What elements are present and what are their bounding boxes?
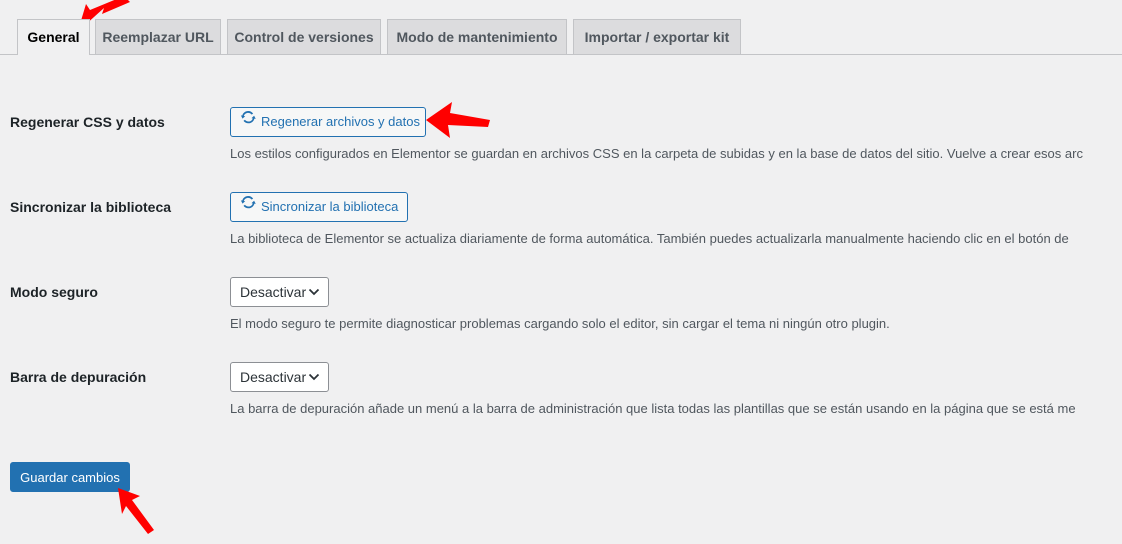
annotation-arrow-icon	[426, 102, 490, 138]
safe-mode-label: Modo seguro	[10, 284, 98, 300]
tabs-divider	[0, 54, 1122, 55]
tab-importar-exportar-kit[interactable]: Importar / exportar kit	[573, 19, 741, 54]
regenerate-files-label: Regenerar archivos y datos	[261, 114, 420, 129]
chevron-down-icon	[308, 288, 320, 296]
settings-tabs: General Reemplazar URL Control de versio…	[0, 0, 1122, 55]
annotation-arrow-icon	[118, 488, 154, 534]
refresh-icon	[239, 108, 257, 136]
tab-control-de-versiones[interactable]: Control de versiones	[227, 19, 381, 54]
debug-bar-label: Barra de depuración	[10, 369, 147, 385]
sync-library-button-label: Sincronizar la biblioteca	[261, 199, 399, 214]
safe-mode-value: Desactivar	[240, 284, 307, 300]
chevron-down-icon	[308, 373, 320, 381]
regenerate-files-button[interactable]: Regenerar archivos y datos	[230, 107, 426, 137]
safe-mode-select[interactable]: Desactivar	[230, 277, 329, 307]
regen-css-label: Regenerar CSS y datos	[10, 114, 165, 130]
sync-library-description: La biblioteca de Elementor se actualiza …	[230, 231, 1069, 246]
sync-library-button[interactable]: Sincronizar la biblioteca	[230, 192, 408, 222]
safe-mode-description: El modo seguro te permite diagnosticar p…	[230, 316, 890, 331]
debug-bar-select[interactable]: Desactivar	[230, 362, 329, 392]
refresh-icon	[239, 193, 257, 221]
regen-css-description: Los estilos configurados en Elementor se…	[230, 146, 1083, 161]
tab-modo-de-mantenimiento[interactable]: Modo de mantenimiento	[387, 19, 567, 54]
debug-bar-description: La barra de depuración añade un menú a l…	[230, 401, 1076, 416]
tab-general[interactable]: General	[17, 19, 90, 55]
sync-library-label: Sincronizar la biblioteca	[10, 199, 172, 215]
debug-bar-value: Desactivar	[240, 369, 307, 385]
